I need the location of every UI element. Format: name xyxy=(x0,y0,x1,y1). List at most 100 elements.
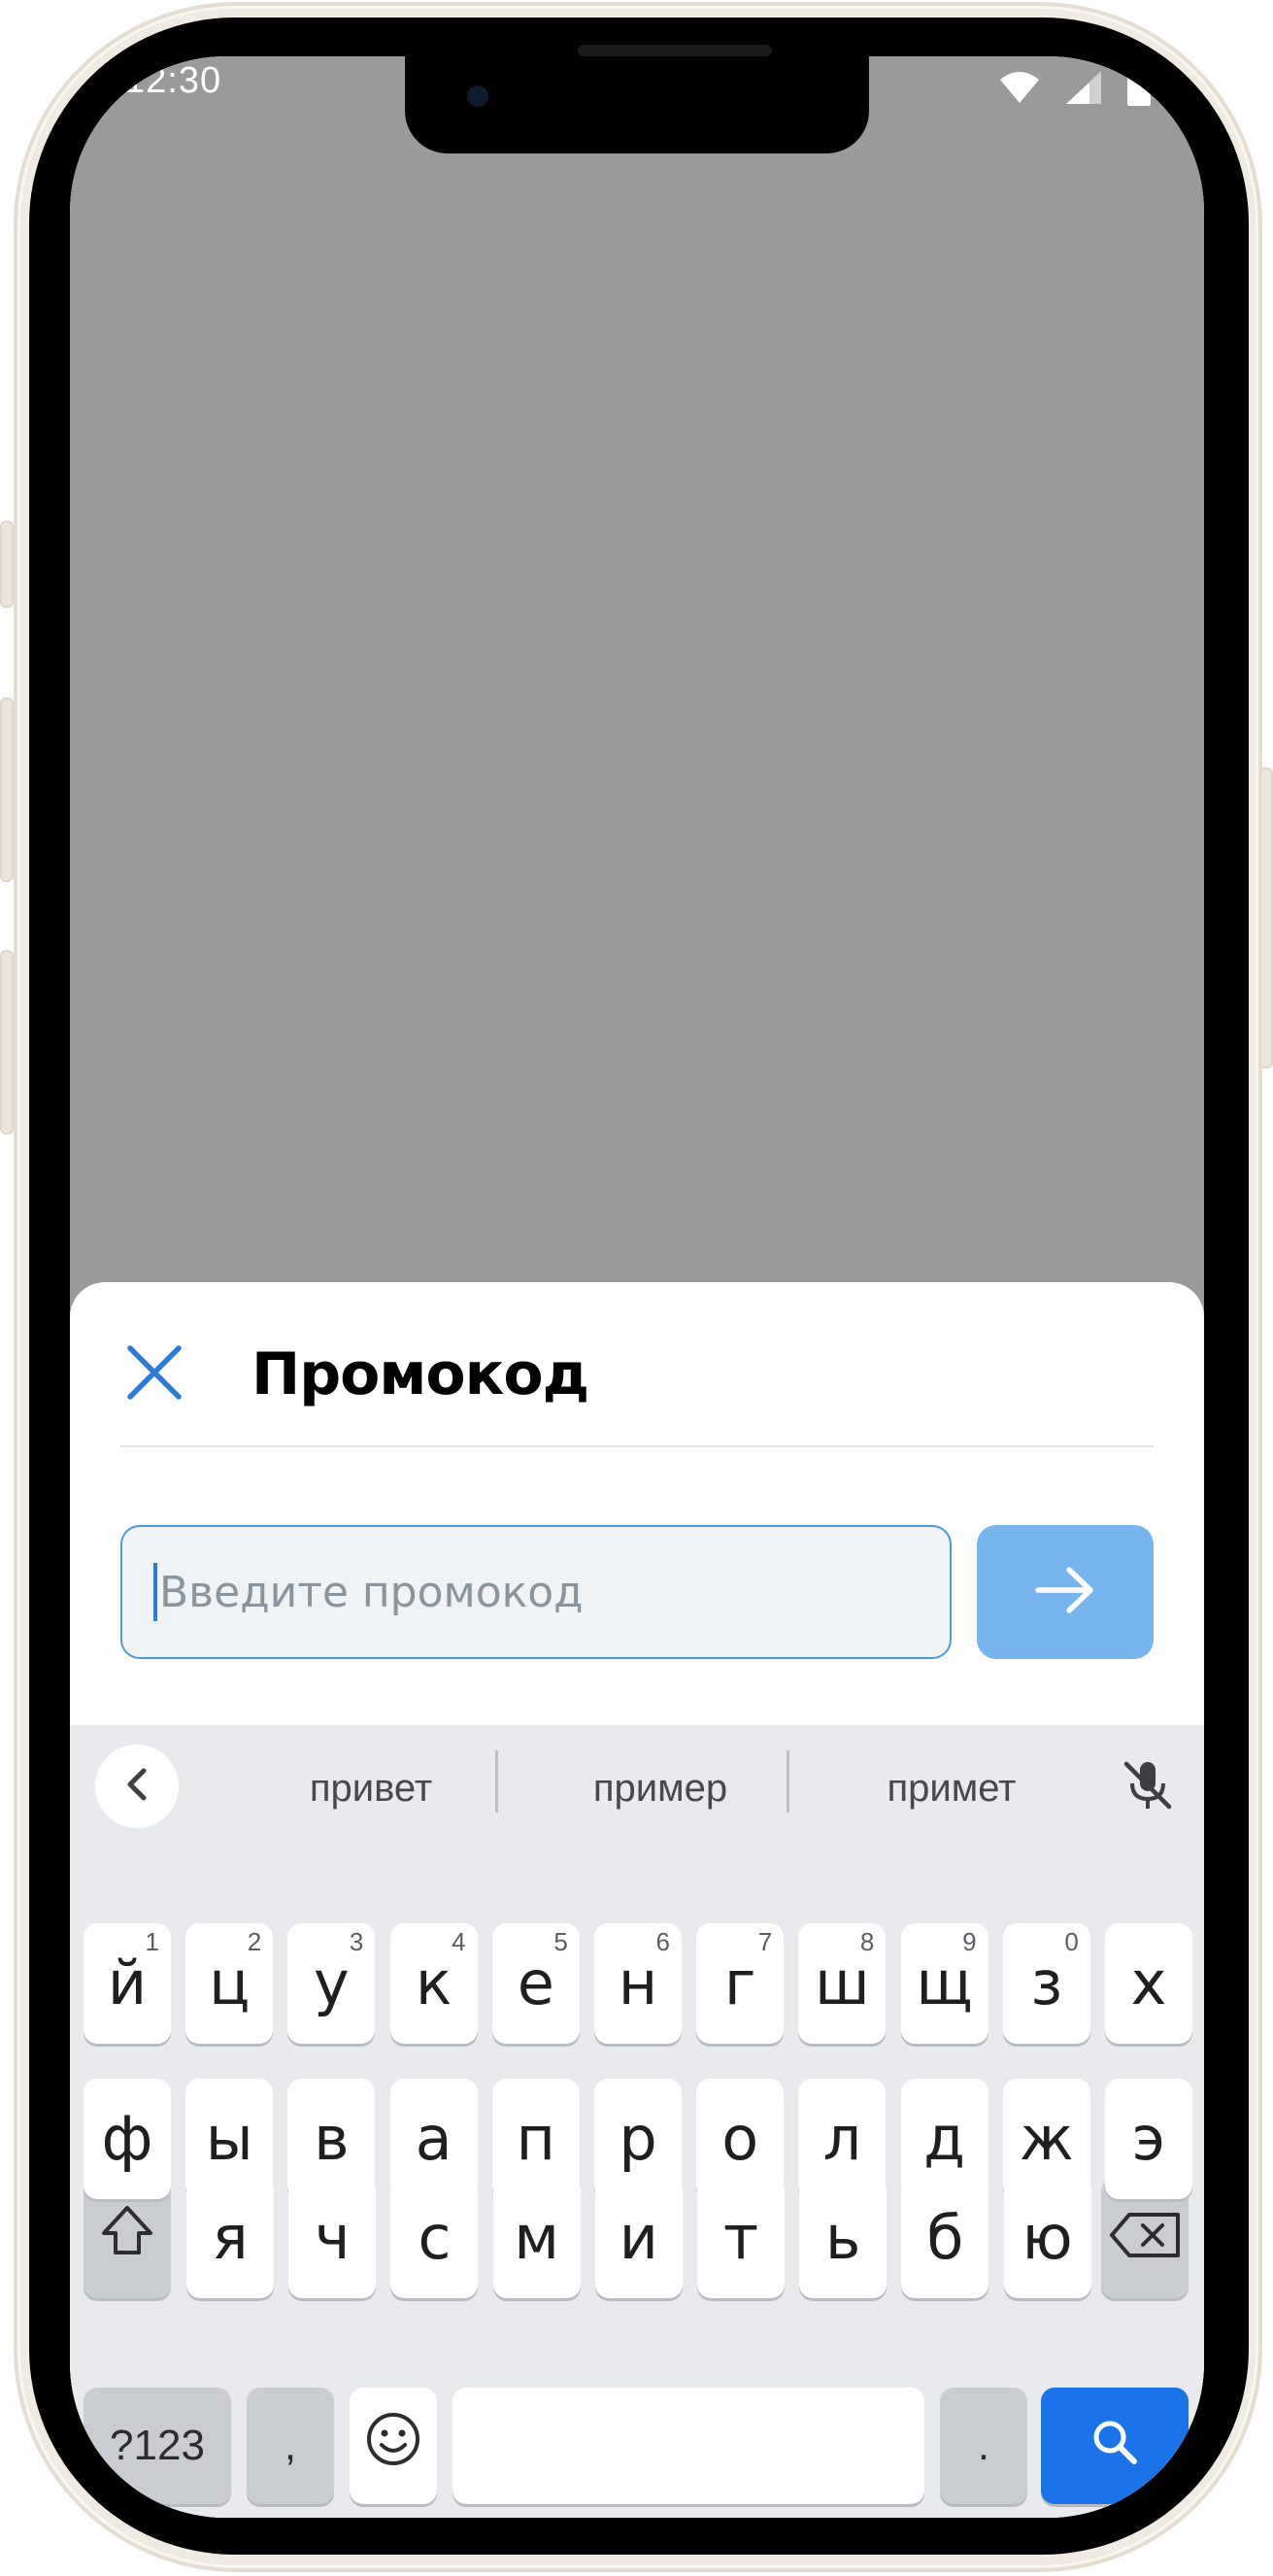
key-label: в xyxy=(314,2103,350,2174)
key-label: о xyxy=(721,2103,759,2174)
phone-action-button xyxy=(0,521,14,608)
comma-key[interactable]: , xyxy=(247,2388,334,2504)
suggestion-divider xyxy=(495,1750,498,1813)
chevron-left-icon xyxy=(122,1767,151,1807)
key-label: б xyxy=(926,2202,964,2273)
key-з[interactable]: з0 xyxy=(1002,1923,1090,2044)
key-number-hint: 9 xyxy=(962,1927,977,1956)
key-label: с xyxy=(418,2202,452,2273)
key-у[interactable]: у3 xyxy=(287,1923,376,2044)
on-screen-keyboard: привет пример примет ?123 , . й 1 ц 2 у … xyxy=(70,1725,1204,2518)
search-icon xyxy=(1089,2411,1140,2482)
mic-off-icon xyxy=(1122,1758,1173,1817)
key-х[interactable]: х xyxy=(1105,1923,1192,2044)
key-й[interactable]: й1 xyxy=(84,1923,171,2044)
space-key[interactable] xyxy=(452,2388,924,2504)
battery-icon xyxy=(1126,68,1152,107)
key-label: р xyxy=(619,2103,657,2174)
key-label: п xyxy=(516,2103,556,2174)
suggestion-back-button[interactable] xyxy=(95,1745,179,1828)
suggestion-2[interactable]: пример xyxy=(515,1725,806,1851)
front-camera xyxy=(467,85,488,107)
wifi-icon xyxy=(998,70,1041,105)
key-label: й xyxy=(107,1948,148,2018)
emoji-key[interactable] xyxy=(350,2388,437,2504)
key-number-hint: 8 xyxy=(859,1927,875,1956)
key-к[interactable]: к4 xyxy=(389,1923,478,2044)
voice-input-button[interactable] xyxy=(1115,1754,1181,1820)
key-ю[interactable]: ю xyxy=(1003,2178,1091,2298)
key-label: э xyxy=(1131,2103,1166,2174)
key-м[interactable]: м xyxy=(492,2178,581,2298)
key-н[interactable]: н6 xyxy=(594,1923,682,2044)
dimmed-backdrop[interactable] xyxy=(70,56,1204,1348)
suggestion-3[interactable]: примет xyxy=(806,1725,1097,1851)
phone-volume-up-button xyxy=(0,697,14,882)
key-number-hint: 5 xyxy=(553,1927,568,1956)
period-key[interactable]: . xyxy=(940,2388,1027,2504)
key-label: л xyxy=(822,2103,862,2174)
key-ь[interactable]: ь xyxy=(799,2178,888,2298)
key-е[interactable]: е5 xyxy=(491,1923,580,2044)
notch xyxy=(405,56,869,153)
key-label: ы xyxy=(205,2103,253,2174)
phone-power-button xyxy=(1259,767,1273,1068)
symbols-key-label: ?123 xyxy=(110,2422,205,2469)
shift-icon xyxy=(98,2202,156,2275)
key-с[interactable]: с xyxy=(390,2178,479,2298)
close-button[interactable] xyxy=(120,1340,188,1408)
key-number-hint: 2 xyxy=(247,1927,262,1956)
key-label: ч xyxy=(314,2202,351,2273)
key-ц[interactable]: ц2 xyxy=(185,1923,274,2044)
key-и[interactable]: и xyxy=(594,2178,683,2298)
key-ф[interactable]: ф xyxy=(84,2079,171,2199)
key-э[interactable]: э xyxy=(1105,2079,1192,2199)
sheet-title: Промокод xyxy=(251,1340,589,1408)
key-label: ь xyxy=(824,2202,861,2273)
apply-promo-button[interactable] xyxy=(977,1525,1154,1659)
key-ч[interactable]: ч xyxy=(288,2178,377,2298)
key-label: з xyxy=(1030,1948,1063,2018)
phone-volume-down-button xyxy=(0,950,14,1135)
text-cursor xyxy=(153,1563,157,1621)
key-г[interactable]: г7 xyxy=(696,1923,785,2044)
promo-code-field[interactable] xyxy=(120,1525,952,1659)
key-ш[interactable]: ш8 xyxy=(798,1923,887,2044)
status-time: 12:30 xyxy=(124,60,222,101)
emoji-icon xyxy=(365,2411,421,2482)
key-number-hint: 6 xyxy=(655,1927,670,1956)
sheet-header: Промокод xyxy=(120,1331,1154,1447)
key-label: н xyxy=(618,1948,658,2018)
status-icons xyxy=(998,68,1152,107)
symbols-key[interactable]: ?123 xyxy=(84,2388,231,2504)
key-щ[interactable]: щ9 xyxy=(900,1923,988,2044)
key-label: т xyxy=(722,2202,759,2273)
key-я[interactable]: я xyxy=(186,2178,274,2298)
key-number-hint: 3 xyxy=(349,1927,364,1956)
search-key[interactable] xyxy=(1041,2388,1189,2504)
key-б[interactable]: б xyxy=(901,2178,989,2298)
key-label: ю xyxy=(1022,2202,1073,2273)
speaker-grille xyxy=(578,45,772,56)
arrow-right-icon xyxy=(1034,1566,1096,1619)
comma-key-label: , xyxy=(284,2422,297,2469)
key-label: ш xyxy=(815,1948,870,2018)
close-icon xyxy=(126,1344,183,1406)
key-label: а xyxy=(415,2103,452,2174)
suggestion-1[interactable]: привет xyxy=(225,1725,517,1851)
key-label: г xyxy=(723,1948,756,2018)
key-label: ф xyxy=(101,2103,153,2174)
promo-code-input[interactable] xyxy=(159,1567,897,1617)
key-label: и xyxy=(619,2202,658,2273)
cellular-signal-icon xyxy=(1064,69,1103,106)
key-label: х xyxy=(1130,1948,1167,2018)
key-label: ж xyxy=(1019,2103,1074,2174)
period-key-label: . xyxy=(977,2422,990,2469)
key-label: у xyxy=(314,1948,350,2018)
key-label: ц xyxy=(209,1948,251,2018)
key-т[interactable]: т xyxy=(697,2178,785,2298)
key-label: д xyxy=(923,2103,966,2174)
screen: 12:30 Промокод Введите промокод привет п… xyxy=(70,56,1204,2518)
key-label: к xyxy=(415,1948,452,2018)
backspace-icon xyxy=(1108,2203,1182,2274)
